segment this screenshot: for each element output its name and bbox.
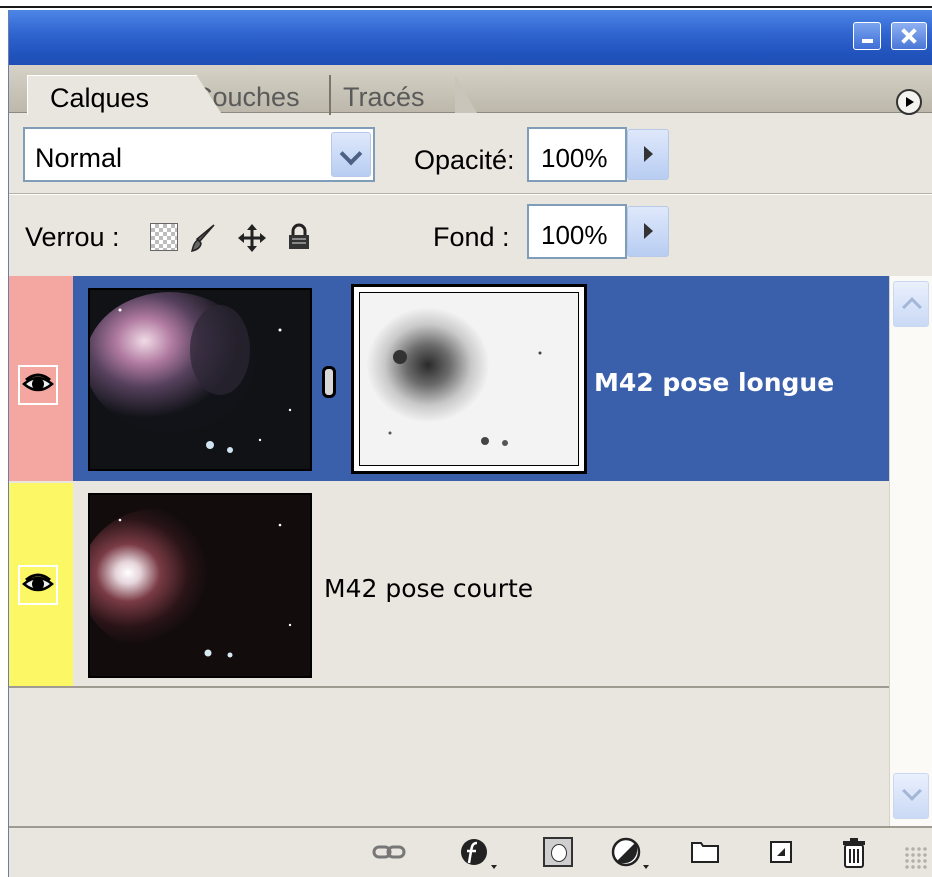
layer-style-icon[interactable] xyxy=(459,837,497,869)
opacity-label: Opacité: xyxy=(414,145,515,175)
scroll-down-icon[interactable] xyxy=(893,773,929,819)
fill-slider-arrow-icon[interactable] xyxy=(627,206,669,257)
mask-link-icon[interactable] xyxy=(322,366,336,398)
layer-color-label xyxy=(9,276,73,481)
adjustment-layer-icon[interactable] xyxy=(611,837,649,869)
layer-color-label xyxy=(9,483,73,686)
chevron-down-icon[interactable] xyxy=(331,132,371,177)
opacity-slider-arrow-icon[interactable] xyxy=(627,129,669,180)
tab-strip: Tracés Couches Calques xyxy=(9,65,932,119)
resize-grip-icon[interactable] xyxy=(904,846,928,870)
fill-label: Fond : xyxy=(433,222,510,252)
visibility-eye-icon[interactable] xyxy=(18,565,58,605)
layers-panel: Tracés Couches Calques Normal Opacité: 1… xyxy=(8,10,932,877)
fill-value: 100% xyxy=(541,220,608,250)
layer-thumbnail[interactable] xyxy=(80,493,312,678)
lock-fill-row: Verrou : Fond: 100% xyxy=(9,195,932,275)
opacity-value: 100% xyxy=(541,143,608,173)
layer-name[interactable]: M42 pose longue xyxy=(594,368,834,397)
panel-menu-icon[interactable] xyxy=(896,89,922,115)
scroll-up-icon[interactable] xyxy=(893,281,929,327)
top-edge xyxy=(0,0,932,8)
layer-mask-thumbnail[interactable] xyxy=(351,284,587,474)
new-layer-icon[interactable] xyxy=(768,837,798,867)
lock-all-icon[interactable] xyxy=(287,223,315,251)
title-bar[interactable] xyxy=(9,10,932,65)
visibility-eye-icon[interactable] xyxy=(18,365,58,405)
layers-panel-window: Tracés Couches Calques Normal Opacité: 1… xyxy=(0,0,932,877)
fill-field[interactable]: 100% xyxy=(527,204,627,259)
minimize-icon[interactable] xyxy=(853,22,881,50)
layer-name[interactable]: M42 pose courte xyxy=(324,574,533,603)
tab-calques[interactable]: Calques xyxy=(27,75,223,116)
lock-paint-icon[interactable] xyxy=(190,223,218,252)
mask-border xyxy=(359,292,579,466)
layer-row-m42-pose-courte[interactable]: M42 pose courte xyxy=(9,483,889,688)
link-layers-icon[interactable] xyxy=(372,837,406,867)
layer-row-m42-pose-longue[interactable]: M42 pose longue xyxy=(9,276,889,481)
layers-list: M42 pose longue M42 pose courte xyxy=(9,276,889,826)
tab-traces[interactable]: Tracés xyxy=(329,75,477,115)
bottom-toolbar xyxy=(9,826,932,877)
layer-thumbnail[interactable] xyxy=(85,288,312,471)
new-group-icon[interactable] xyxy=(690,837,720,867)
delete-layer-icon[interactable] xyxy=(841,837,871,868)
layers-scrollbar[interactable] xyxy=(889,276,932,826)
blend-opacity-row: Normal Opacité: 100% xyxy=(9,119,932,191)
lock-position-icon[interactable] xyxy=(237,223,266,252)
lock-transparency-icon[interactable] xyxy=(150,223,178,251)
lock-label: Verrou : xyxy=(25,222,120,252)
add-mask-icon[interactable] xyxy=(543,837,573,867)
blend-mode-select[interactable]: Normal xyxy=(23,127,375,182)
blend-mode-value: Normal xyxy=(35,143,123,173)
opacity-field[interactable]: 100% xyxy=(527,127,627,182)
close-icon[interactable] xyxy=(891,22,927,50)
